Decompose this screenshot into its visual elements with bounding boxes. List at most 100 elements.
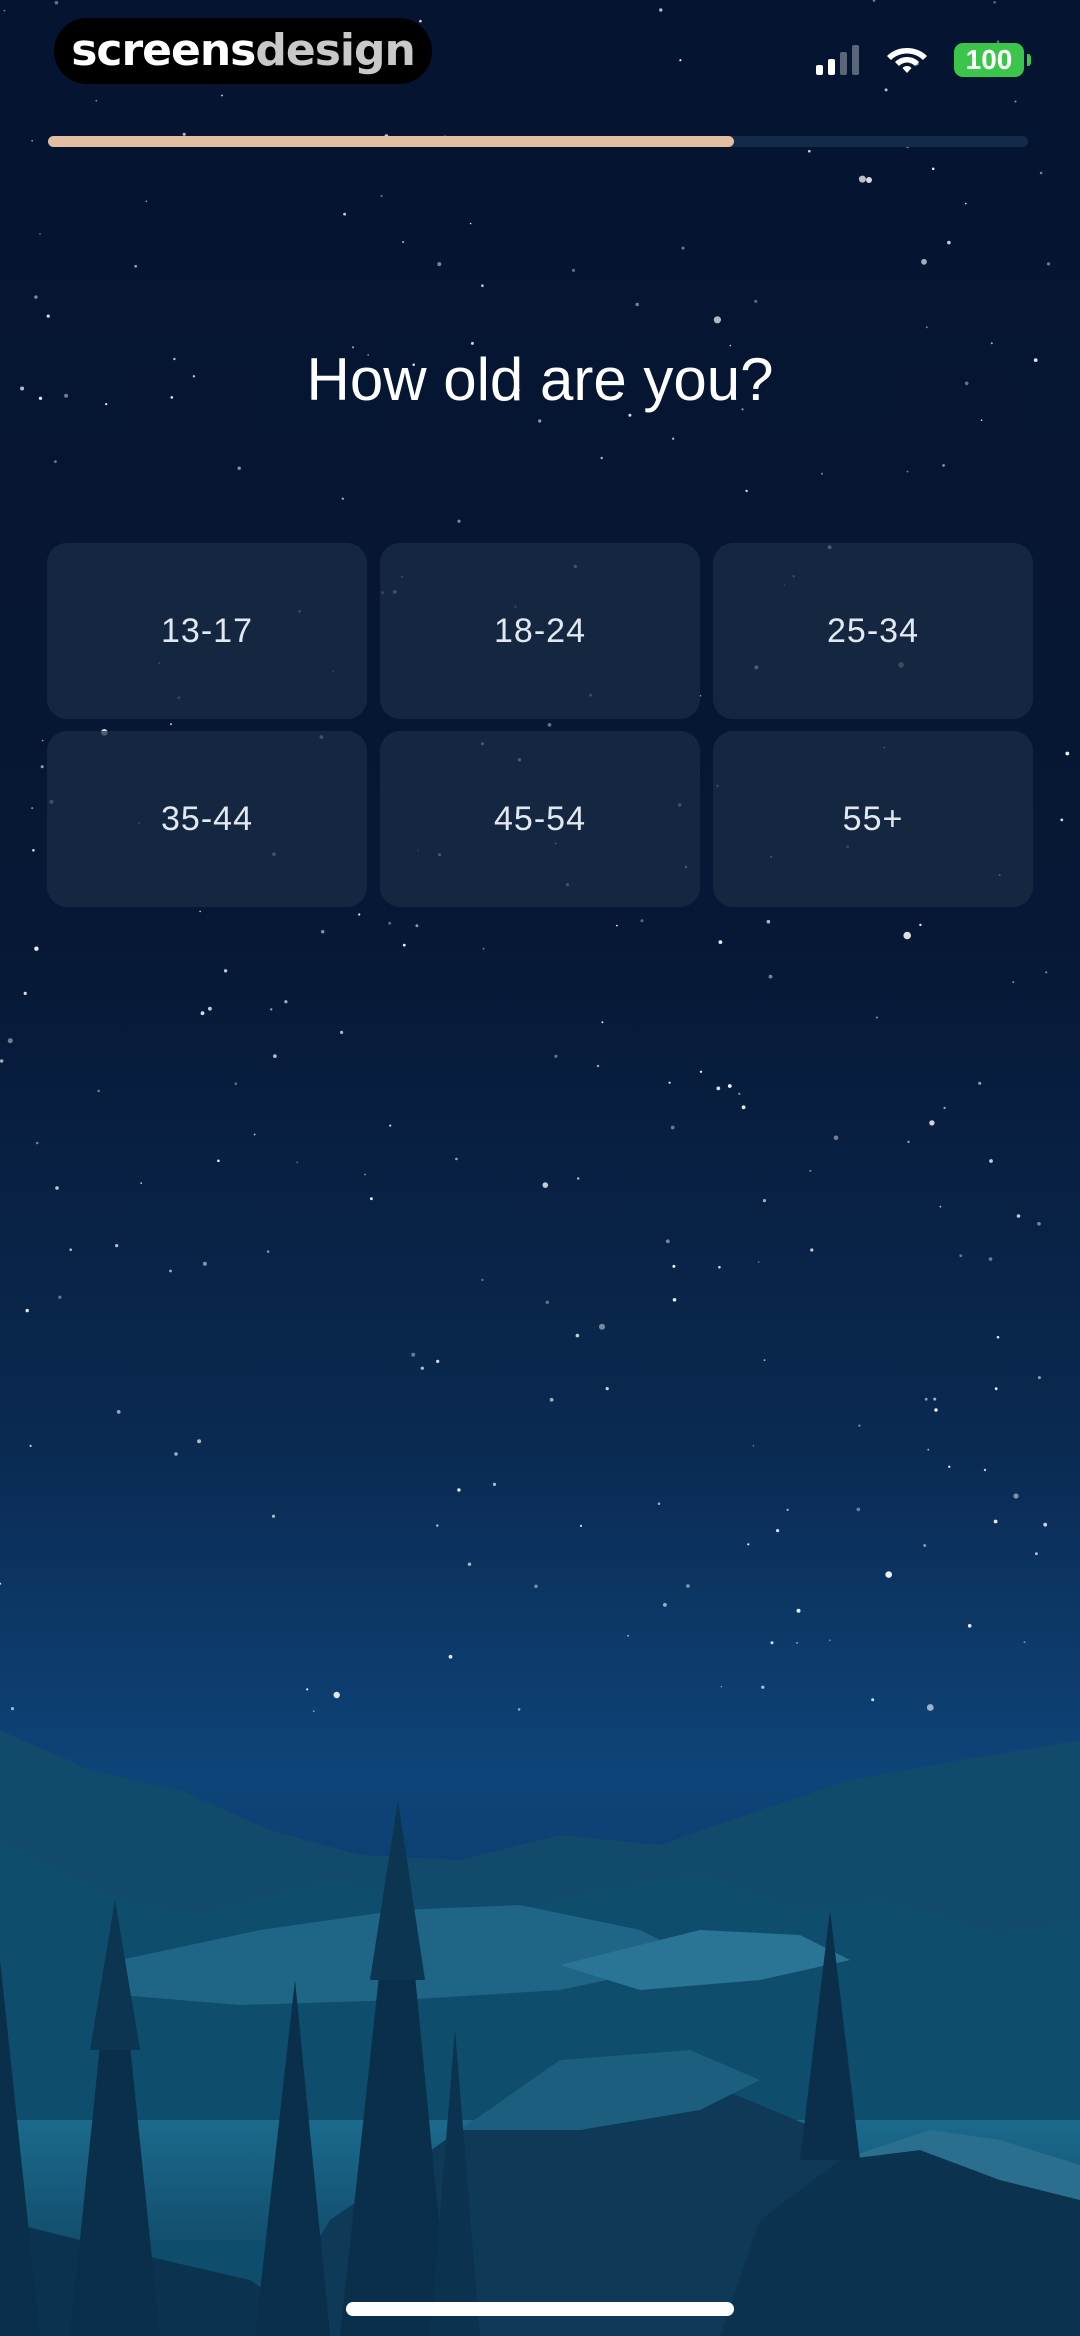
star (389, 1124, 392, 1127)
star (223, 969, 228, 973)
star (296, 1161, 299, 1164)
star (601, 1021, 604, 1024)
star (766, 919, 771, 924)
star (0, 1582, 2, 1585)
age-option-18-24[interactable]: 18-24 (380, 543, 700, 719)
star (343, 212, 346, 216)
cellular-signal-icon (816, 45, 859, 75)
star (469, 222, 472, 225)
star (115, 1244, 119, 1248)
star (927, 1448, 930, 1451)
age-option-25-34[interactable]: 25-34 (713, 543, 1033, 719)
star (436, 1524, 439, 1527)
star (481, 284, 484, 288)
star (575, 1333, 580, 1338)
star (321, 930, 325, 934)
star (763, 1359, 766, 1361)
star (58, 1295, 62, 1299)
star (665, 1239, 670, 1244)
star (978, 1081, 982, 1085)
star (7, 1038, 13, 1044)
star (599, 1323, 605, 1330)
star (671, 437, 675, 440)
star (605, 1387, 609, 1391)
star (169, 1269, 172, 1273)
star (959, 1254, 963, 1258)
star (1037, 1222, 1041, 1226)
star (754, 299, 758, 303)
age-option-13-17[interactable]: 13-17 (47, 543, 367, 719)
star (833, 1135, 839, 1141)
star (340, 1030, 344, 1034)
star (741, 1105, 746, 1110)
star (97, 1089, 100, 1093)
star (627, 1635, 629, 1637)
star (786, 1508, 789, 1511)
star (596, 1064, 600, 1068)
onboarding-screen: screensdesign 100 How old are you? 13-17… (0, 0, 1080, 2336)
age-option-35-44[interactable]: 35-44 (47, 731, 367, 907)
star (437, 262, 442, 267)
star (752, 1445, 755, 1447)
star (921, 258, 927, 265)
star (903, 931, 911, 940)
star (0, 1059, 4, 1063)
star (967, 1624, 972, 1628)
star (1060, 818, 1064, 822)
star (996, 1335, 1000, 1339)
progress-fill (48, 136, 734, 147)
age-option-55-plus[interactable]: 55+ (713, 731, 1033, 907)
star (457, 519, 461, 523)
star (436, 1359, 440, 1363)
star (25, 1308, 29, 1313)
star (809, 1169, 812, 1172)
star (448, 1654, 453, 1659)
mountain-forest-illustration (0, 1730, 1080, 2336)
star (670, 1125, 675, 1130)
star (457, 1488, 461, 1492)
star (885, 1571, 892, 1578)
star (768, 974, 773, 979)
star (907, 1140, 910, 1144)
star (358, 913, 361, 916)
star (467, 1562, 472, 1566)
star (1045, 971, 1048, 974)
star (762, 1199, 767, 1203)
star (492, 1482, 497, 1486)
star (455, 1157, 458, 1161)
star (545, 1300, 549, 1305)
star (266, 1250, 270, 1253)
brand-part1: screens (71, 25, 256, 76)
star (542, 1182, 549, 1188)
star (402, 240, 405, 244)
star (370, 1197, 373, 1201)
age-option-45-54[interactable]: 45-54 (380, 731, 700, 907)
star (988, 1257, 993, 1261)
star (46, 314, 50, 318)
star (924, 1397, 928, 1401)
star (699, 1070, 703, 1074)
star (39, 233, 41, 235)
star (934, 1408, 938, 1412)
star (1035, 1552, 1038, 1556)
wifi-icon (887, 48, 927, 73)
star (55, 1186, 59, 1190)
star (747, 1543, 750, 1546)
star (716, 1086, 721, 1091)
star (668, 1081, 671, 1084)
star (776, 1529, 780, 1533)
star (364, 1173, 366, 1176)
battery-level: 100 (965, 44, 1013, 75)
battery-indicator: 100 (954, 43, 1031, 77)
star (200, 1011, 205, 1016)
star (993, 1519, 998, 1524)
star (41, 739, 44, 742)
star (983, 1468, 987, 1472)
star (810, 1248, 814, 1252)
star (69, 1248, 72, 1251)
home-indicator[interactable] (346, 2302, 734, 2316)
star (635, 302, 639, 307)
star (481, 1278, 484, 1281)
star (208, 1006, 212, 1011)
star (1037, 1376, 1041, 1380)
